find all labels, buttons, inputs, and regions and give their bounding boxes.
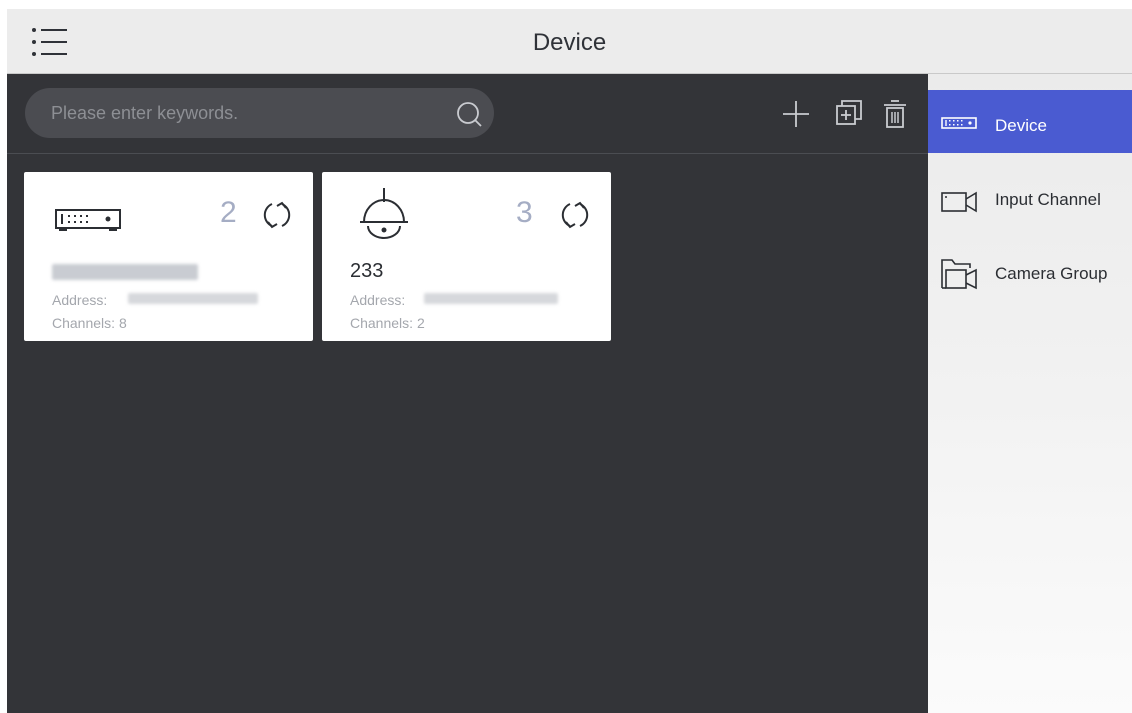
device-count: 3 <box>516 196 533 229</box>
channels-value: 2 <box>416 315 425 331</box>
sidebar-item-label: Device <box>995 116 1047 135</box>
address-label: Address: <box>350 292 406 308</box>
device-list-panel: 2 Address: Channels: 8 3 <box>7 74 928 713</box>
device-name-redacted <box>52 264 198 280</box>
device-card[interactable]: 3 233 Address: Channels: 2 <box>322 172 611 341</box>
page-title: Device <box>532 29 607 56</box>
device-count: 2 <box>220 196 237 229</box>
device-card[interactable]: 2 Address: Channels: 8 <box>24 172 313 341</box>
app-window: Device Please enter keywords. 2 Address:… <box>7 9 1132 713</box>
toolbar <box>7 74 928 154</box>
trash-icon[interactable] <box>879 98 911 130</box>
top-bar: Device <box>7 9 1132 74</box>
channels-value: 8 <box>118 315 127 331</box>
address-label: Address: <box>52 292 108 308</box>
search-input[interactable] <box>51 88 431 138</box>
sidebar-item-camera-group[interactable]: Camera Group <box>928 244 1132 306</box>
add-box-icon[interactable] <box>833 98 865 130</box>
search-box <box>25 88 494 138</box>
device-icon <box>941 117 977 129</box>
nvr-icon <box>55 209 121 231</box>
channels-label: Channels: <box>350 315 414 331</box>
sidebar: Device Input Channel Camera Group <box>928 74 1132 713</box>
channels-line: Channels: 2 <box>350 315 425 331</box>
channels-label: Channels: <box>52 315 116 331</box>
sidebar-item-input-channel[interactable]: Input Channel <box>928 170 1132 232</box>
address-value-redacted <box>128 293 258 304</box>
video-camera-icon <box>941 191 977 213</box>
address-value-redacted <box>424 293 558 304</box>
camera-group-icon <box>941 259 977 290</box>
dome-camera-icon <box>360 188 408 239</box>
sidebar-item-label: Camera Group <box>995 264 1108 283</box>
sidebar-item-label: Input Channel <box>995 190 1101 209</box>
plus-icon[interactable] <box>780 98 812 130</box>
sidebar-item-device[interactable]: Device <box>928 90 1132 153</box>
refresh-icon[interactable] <box>258 194 296 236</box>
refresh-icon[interactable] <box>556 194 594 236</box>
search-icon[interactable] <box>455 100 483 128</box>
device-name: 233 <box>350 260 384 282</box>
channels-line: Channels: 8 <box>52 315 127 331</box>
